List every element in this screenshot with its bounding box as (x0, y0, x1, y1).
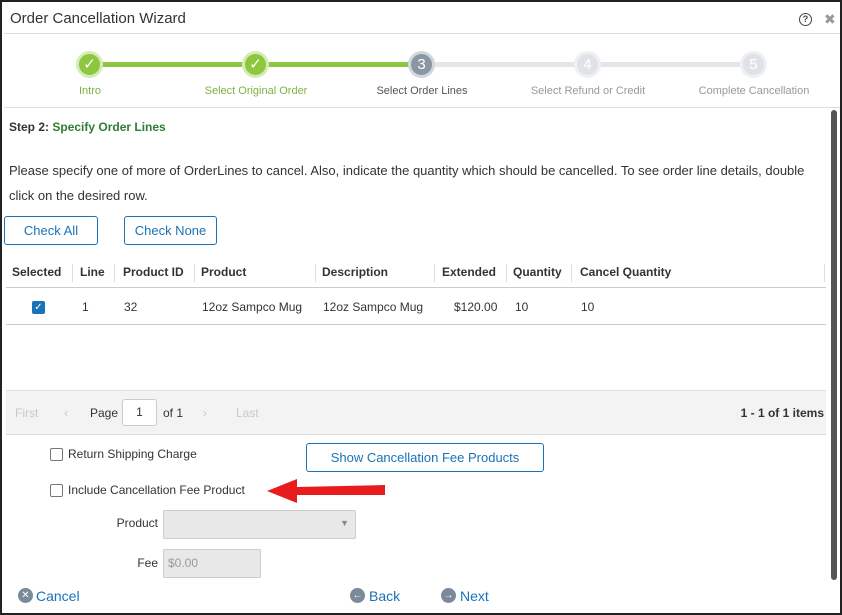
include-fee-label: Include Cancellation Fee Product (68, 483, 245, 497)
col-cancel-quantity[interactable]: Cancel Quantity (580, 265, 671, 279)
table-row[interactable]: ✓ 1 32 12oz Sampco Mug 12oz Sampco Mug $… (6, 289, 826, 325)
product-field-label: Product (116, 516, 158, 530)
col-extended[interactable]: Extended (442, 265, 496, 279)
cell-line: 1 (82, 300, 89, 314)
include-fee-checkbox[interactable] (50, 484, 63, 497)
cancel-link[interactable]: Cancel (36, 588, 80, 604)
step-label-intro: Intro (78, 85, 102, 97)
cell-cancel-quantity[interactable]: 10 (581, 300, 594, 314)
col-description[interactable]: Description (322, 265, 388, 279)
step-label-select-order-lines: Select Order Lines (376, 85, 468, 97)
step-4-circle: 4 (574, 51, 601, 78)
pager-summary: 1 - 1 of 1 items (740, 406, 824, 420)
cell-extended: $120.00 (454, 300, 498, 314)
step-1-check-icon: ✓ (76, 51, 103, 78)
chevron-down-icon: ▼ (340, 518, 349, 528)
col-separator (434, 264, 435, 282)
step-3-circle: 3 (408, 51, 435, 78)
cancel-icon: ✕ (18, 588, 33, 603)
help-icon[interactable]: ? (799, 13, 812, 26)
pager-last[interactable]: Last (236, 406, 259, 420)
pager: First ‹ Page 1 of 1 › Last 1 - 1 of 1 it… (6, 391, 826, 435)
return-shipping-checkbox[interactable] (50, 448, 63, 461)
grid-empty-area (6, 325, 826, 391)
col-separator (114, 264, 115, 282)
close-icon[interactable]: ✖ (824, 11, 836, 28)
col-product[interactable]: Product (201, 265, 246, 279)
col-separator (824, 264, 825, 282)
product-select[interactable]: ▼ (163, 510, 356, 539)
next-button[interactable]: Next (460, 588, 489, 604)
cell-product: 12oz Sampco Mug (202, 300, 303, 314)
step-label-select-original-order: Select Original Order (204, 85, 308, 97)
pager-page-label: Page (90, 406, 119, 420)
step-2-check-icon: ✓ (242, 51, 269, 78)
step-label-select-refund: Select Refund or Credit (530, 85, 646, 97)
instructions-text: Please specify one of more of OrderLines… (9, 163, 805, 203)
col-separator (72, 264, 73, 282)
col-separator (506, 264, 507, 282)
col-separator (571, 264, 572, 282)
col-quantity[interactable]: Quantity (513, 265, 562, 279)
progress-line-done (90, 62, 256, 67)
back-button[interactable]: Back (369, 588, 400, 604)
col-line[interactable]: Line (80, 265, 105, 279)
wizard-window: Order Cancellation Wizard ? ✖ ✓ ✓ 3 4 5 … (0, 0, 842, 615)
pager-first[interactable]: First (15, 406, 38, 420)
title-bar: Order Cancellation Wizard ? ✖ (4, 4, 840, 34)
step-5-circle: 5 (740, 51, 767, 78)
fee-field-label: Fee (137, 556, 158, 570)
step-heading-title: Specify Order Lines (52, 120, 166, 134)
grid-header: Selected Line Product ID Product Descrip… (6, 258, 826, 288)
red-arrow-annotation (267, 479, 385, 503)
window-title: Order Cancellation Wizard (10, 10, 186, 27)
col-separator (194, 264, 195, 282)
col-selected[interactable]: Selected (12, 265, 61, 279)
check-all-button[interactable]: Check All (4, 216, 98, 245)
page-number-input[interactable]: 1 (122, 399, 157, 426)
step-heading-prefix: Step 2: (9, 120, 50, 134)
pager-of-label: of 1 (163, 406, 184, 420)
cell-description: 12oz Sampco Mug (323, 300, 424, 314)
show-fee-products-button[interactable]: Show Cancellation Fee Products (306, 443, 544, 472)
row-select-checkbox[interactable]: ✓ (32, 301, 45, 314)
pager-next-icon[interactable]: › (203, 406, 207, 420)
back-arrow-icon: ← (350, 588, 365, 603)
cell-quantity: 10 (515, 300, 529, 314)
step-label-complete-cancellation: Complete Cancellation (698, 85, 810, 97)
pager-prev-icon[interactable]: ‹ (64, 406, 68, 420)
step-heading: Step 2: Specify Order Lines (9, 120, 166, 134)
col-product-id[interactable]: Product ID (123, 265, 184, 279)
next-arrow-icon: → (441, 588, 456, 603)
cell-product-id: 32 (124, 300, 138, 314)
col-separator (315, 264, 316, 282)
return-shipping-label: Return Shipping Charge (68, 447, 197, 461)
check-none-button[interactable]: Check None (124, 216, 217, 245)
progress-line-done (256, 62, 422, 67)
fee-input[interactable]: $0.00 (163, 549, 261, 578)
scrollbar[interactable] (831, 110, 837, 580)
wizard-stepper: ✓ ✓ 3 4 5 Intro Select Original Order Se… (4, 34, 840, 108)
